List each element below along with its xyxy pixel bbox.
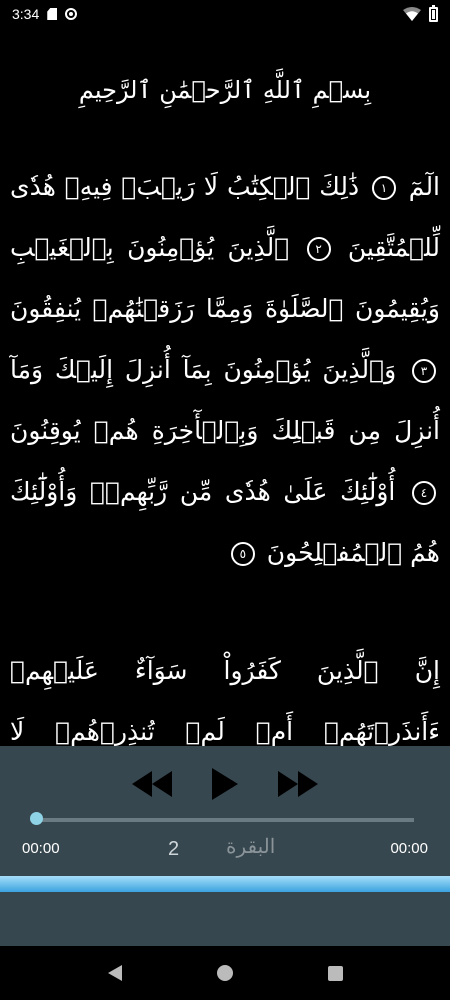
player-controls (0, 766, 450, 806)
sd-card-icon (47, 8, 58, 20)
ayah-number-marker: ٥ (230, 542, 255, 566)
bismillah: بِسۡمِ ٱللَّهِ ٱلرَّحۡمَٰنِ ٱلرَّحِيمِ (78, 76, 372, 104)
verse-text[interactable]: إِنَّ ٱلَّذِينَ كَفَرُواْ سَوَآءٌ عَلَيۡ… (10, 656, 440, 746)
play-icon (212, 768, 238, 800)
player-lower-panel (0, 892, 450, 946)
total-duration: 00:00 (390, 840, 428, 857)
audio-player: 00:00 2 البقرة 00:00 (0, 746, 450, 876)
verse-text[interactable]: أُوْلَٰٓئِكَ عَلَىٰ هُدٗى مِّن رَّبِّهِم… (10, 477, 440, 567)
verse-text[interactable]: وَٱلَّذِينَ يُؤۡمِنُونَ بِمَآ أُنزِلَ إِ… (10, 355, 440, 445)
seek-thumb[interactable] (30, 812, 43, 825)
ayah-number-marker: ٣ (412, 359, 436, 383)
status-bar: 3:34 (0, 0, 450, 28)
rewind-button[interactable] (132, 771, 172, 801)
recents-icon[interactable] (327, 965, 343, 981)
verses-block-next: إِنَّ ٱلَّذِينَ كَفَرُواْ سَوَآءٌ عَلَيۡ… (10, 640, 440, 746)
verse-text[interactable]: الٓمٓ (400, 172, 440, 201)
ayah-number-marker: ١ (371, 176, 396, 200)
seek-bar[interactable] (30, 812, 414, 825)
fast-forward-icon (278, 771, 318, 797)
back-icon[interactable] (107, 965, 122, 981)
download-progress-strip (0, 876, 450, 892)
ayah-number-marker: ٢ (306, 237, 331, 261)
forward-button[interactable] (278, 771, 318, 801)
verses-block: الٓمٓ ١ ذَٰلِكَ ٱلۡكِتَٰبُ لَا رَيۡبَۛ ف… (10, 156, 440, 583)
surah-name: البقرة (226, 834, 276, 858)
quran-reader[interactable]: بِسۡمِ ٱللَّهِ ٱلرَّحۡمَٰنِ ٱلرَّحِيمِ ا… (0, 28, 450, 746)
rewind-icon (132, 771, 172, 797)
surah-number: 2 (168, 838, 180, 860)
wifi-icon (403, 7, 421, 21)
play-button[interactable] (212, 768, 238, 804)
status-time: 3:34 (12, 6, 40, 22)
battery-icon (429, 4, 438, 22)
status-right (403, 4, 438, 22)
home-icon[interactable] (216, 965, 233, 981)
status-left: 3:34 (12, 6, 78, 22)
elapsed-time: 00:00 (22, 840, 60, 857)
sync-icon (65, 8, 78, 20)
system-nav-bar (0, 946, 450, 1000)
ayah-number-marker: ٤ (412, 481, 436, 505)
